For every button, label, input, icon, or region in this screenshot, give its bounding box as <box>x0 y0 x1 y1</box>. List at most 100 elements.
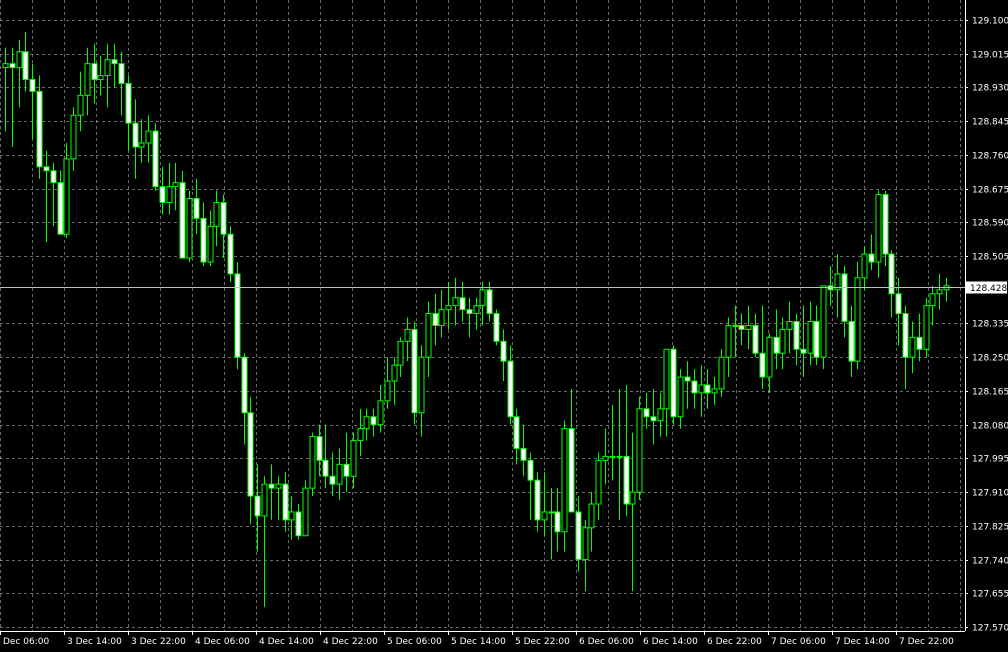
candle-body-bull <box>452 297 459 307</box>
time-tick-label: 7 Dec 06:00 <box>771 637 826 647</box>
candle-body-bear <box>575 511 582 561</box>
candle-body-bull <box>629 491 636 505</box>
candle-body-bull <box>63 158 70 235</box>
candle-body-bear <box>227 233 234 275</box>
candle-body-bull <box>698 384 705 394</box>
candle-body-bull <box>77 94 84 116</box>
candle-body-bear <box>432 313 439 326</box>
candle-body-bear <box>643 408 650 418</box>
candle-body-bull <box>657 408 664 422</box>
candle-body-bull <box>561 428 568 533</box>
price-tick-label: 127.910 <box>972 489 1008 499</box>
time-tick-label: 3 Dec 22:00 <box>131 637 186 647</box>
candle-body-bull <box>779 328 786 354</box>
candle-body-bull <box>261 483 268 517</box>
time-tick-label: 7 Dec 14:00 <box>835 637 890 647</box>
candle-body-bear <box>43 166 50 172</box>
candle-body-bear <box>200 217 207 263</box>
candle-body-bull <box>288 511 295 521</box>
candle-body-bull <box>418 356 425 414</box>
candle-body-bear <box>691 380 698 394</box>
candle-body-bear <box>895 293 902 315</box>
candle-body-bull <box>807 321 814 354</box>
candle-body-bull <box>445 305 452 311</box>
candle-body-bear <box>650 416 657 422</box>
price-tick-label: 128.335 <box>972 320 1008 330</box>
candle-body-bear <box>370 416 377 426</box>
price-tick-label: 129.100 <box>972 17 1008 27</box>
candle-body-bear <box>916 336 923 350</box>
candle-body-bear <box>36 90 43 168</box>
candle-body-bull <box>854 277 861 362</box>
candle-body-bull <box>663 348 670 410</box>
candle-body-bull <box>438 309 445 326</box>
candle-body-bear <box>152 130 159 188</box>
candle-body-bull <box>820 285 827 358</box>
candlestick-chart: 128.428 129.100 129.015 128.930 128.845 128.… <box>0 0 1008 652</box>
candle-body-bull <box>275 483 282 489</box>
candle-body-bull <box>425 313 432 358</box>
candle-body-bull <box>377 400 384 426</box>
candle-body-bull <box>936 289 943 295</box>
time-tick-label: 6 Dec 22:00 <box>707 637 762 647</box>
candle-body-bear <box>848 321 855 362</box>
price-tick-label: 128.505 <box>972 253 1008 263</box>
price-tick-label: 128.590 <box>972 219 1008 229</box>
candle-body-bull <box>786 321 793 330</box>
candle-body-bull <box>479 289 486 307</box>
time-tick-label: 6 Dec 14:00 <box>643 637 698 647</box>
candle-body-bull <box>909 336 916 358</box>
candle-body-bear <box>527 459 534 481</box>
time-tick-label: 5 Dec 14:00 <box>451 637 506 647</box>
candle-body-bear <box>316 436 323 461</box>
price-tick-label: 128.930 <box>972 84 1008 94</box>
price-tick-label: 128.760 <box>972 152 1008 162</box>
candle-body-bull <box>473 305 480 315</box>
candle-body-bull <box>609 455 616 458</box>
candle-body-bull <box>391 364 398 382</box>
candle-body-bull <box>2 63 9 69</box>
candle-body-bull <box>70 114 77 160</box>
candle-body-bull <box>616 455 623 458</box>
candle-body-bear <box>179 182 186 259</box>
candle-body-bear <box>159 186 166 203</box>
candle-body-bull <box>350 440 357 477</box>
time-tick-label: 4 Dec 06:00 <box>195 637 250 647</box>
candle-body-bear <box>411 328 418 414</box>
candle-body-bear <box>793 321 800 350</box>
candle-body-bear <box>841 273 848 323</box>
candle-body-bull <box>745 324 752 330</box>
candle-body-bear <box>684 376 691 382</box>
candle-body-bull <box>186 198 193 259</box>
candle-body-bull <box>861 253 868 279</box>
price-tick-label: 127.995 <box>972 455 1008 465</box>
candle-body-bear <box>268 483 275 489</box>
time-tick-label: 4 Dec 14:00 <box>259 637 314 647</box>
candle-body-bear <box>193 198 200 219</box>
candle-body-bull <box>725 324 732 358</box>
candle-body-bull <box>875 194 882 263</box>
time-tick-label: 7 Dec 22:00 <box>899 637 954 647</box>
candle-body-bear <box>554 511 561 533</box>
candle-body-bear <box>322 459 329 477</box>
candle-body-bear <box>111 59 118 65</box>
candle-body-bear <box>868 253 875 263</box>
candle-body-bear <box>513 416 520 449</box>
candle-body-bull <box>84 63 91 96</box>
candle-body-bull <box>104 59 111 77</box>
candle-body-bull <box>718 356 725 390</box>
candle-body-bear <box>670 348 677 418</box>
price-tick-label: 128.165 <box>972 388 1008 398</box>
candle-body-bull <box>97 75 104 81</box>
candle-body-bull <box>732 324 739 327</box>
candle-body-bull <box>363 416 370 430</box>
time-tick-label: 3 Dec 14:00 <box>67 637 122 647</box>
candle-body-bear <box>902 313 909 358</box>
candle-body-bull <box>602 455 609 461</box>
candle-body-bear <box>507 360 514 418</box>
candle-body-bear <box>773 336 780 354</box>
candle-body-bull <box>582 527 589 561</box>
candle-body-bull <box>166 186 173 203</box>
candle-body-bear <box>623 455 630 505</box>
price-tick-label: 127.825 <box>972 523 1008 533</box>
